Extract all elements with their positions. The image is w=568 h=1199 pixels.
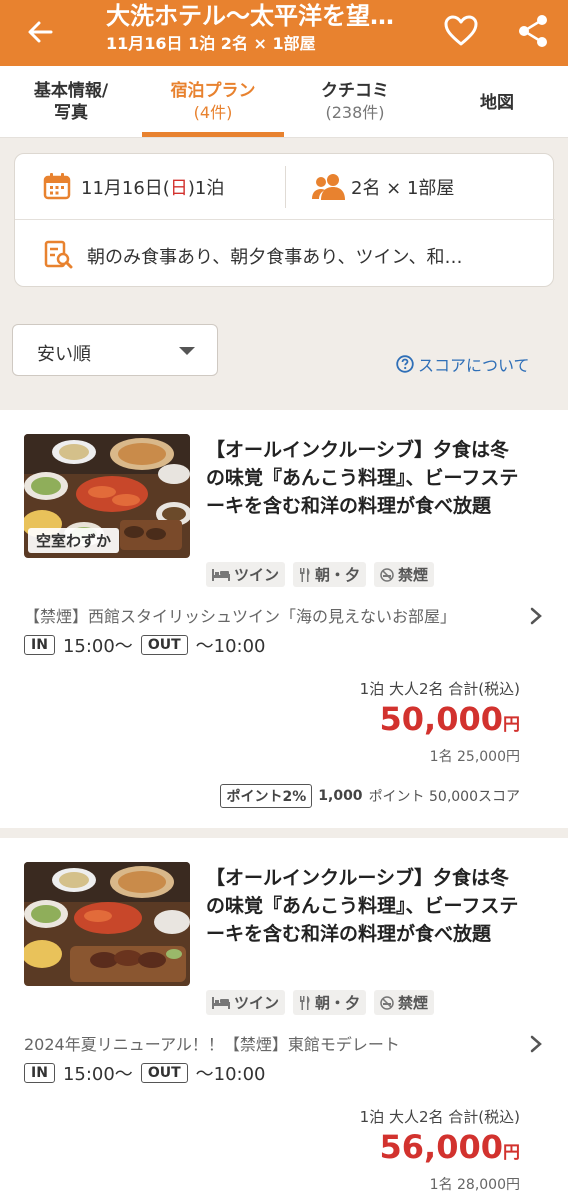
app-header: 大洗ホテル〜太平洋を望… 11月16日 1泊 2名 × 1部屋 (0, 0, 568, 66)
price-currency: 円 (503, 715, 520, 735)
tab-label-line2: 写真 (54, 103, 88, 123)
tab-plans[interactable]: 宿泊プラン (4件) (142, 66, 284, 138)
tag-label: 禁煙 (398, 994, 429, 1012)
score-info-label: スコアについて (418, 356, 530, 375)
tab-count: (238件) (325, 103, 385, 122)
smoking-tag: 禁煙 (374, 990, 435, 1015)
bed-icon (212, 996, 230, 1009)
bed-icon (212, 568, 230, 581)
points-value: 1,000 (318, 788, 363, 804)
per-person-price: 1名 28,000円 (429, 1177, 520, 1193)
checkout-time: 〜10:00 (195, 1064, 266, 1085)
points-info: ポイント2% 1,000 ポイント 50,000スコア (220, 784, 520, 808)
checkin-date: 11月16日(日)1泊 (81, 174, 224, 200)
checkin-checkout: IN 15:00〜 OUT 〜10:00 (24, 632, 266, 658)
weekday-text: 日 (169, 178, 188, 199)
people-icon (312, 174, 345, 200)
meal-tag: 朝・夕 (293, 562, 367, 587)
share-button[interactable] (512, 10, 554, 52)
plan-tags: ツイン 朝・夕 禁煙 (206, 990, 435, 1015)
in-label: IN (24, 635, 55, 655)
active-tab-indicator (142, 132, 284, 137)
tab-label: 宿泊プラン (170, 81, 256, 101)
tag-label: 朝・夕 (315, 566, 361, 584)
tab-map[interactable]: 地図 (426, 66, 568, 138)
tag-label: 朝・夕 (315, 994, 361, 1012)
tab-basic-info[interactable]: 基本情報/ 写真 (0, 66, 142, 138)
plan-title: 【オールインクルーシブ】夕食は冬の味覚『あんこう料理』、ビーフステーキを含む和洋… (206, 439, 519, 517)
tag-label: 禁煙 (398, 566, 429, 584)
tab-label: クチコミ (321, 81, 389, 101)
room-type-tag: ツイン (206, 562, 286, 587)
favorite-button[interactable] (440, 10, 482, 52)
tab-reviews[interactable]: クチコミ (238件) (284, 66, 426, 138)
total-price: 50,000円 (380, 700, 520, 738)
sort-dropdown[interactable]: 安い順 (12, 324, 218, 376)
per-person-price: 1名 25,000円 (429, 749, 520, 765)
in-label: IN (24, 1063, 55, 1083)
price-caption: 1泊 大人2名 合計(税込) (359, 1108, 520, 1126)
availability-badge: 空室わずか (28, 528, 120, 553)
out-label: OUT (140, 1063, 188, 1083)
cutlery-icon (300, 995, 310, 1010)
checkin-time: 15:00〜 (62, 636, 133, 657)
plan-photo (24, 862, 190, 986)
price-value: 56,000 (379, 1128, 503, 1166)
plan-tags: ツイン 朝・夕 禁煙 (206, 562, 435, 587)
share-icon (519, 15, 547, 47)
checkin-checkout: IN 15:00〜 OUT 〜10:00 (24, 1060, 266, 1086)
plan-card[interactable]: 空室わずか 【オールインクルーシブ】夕食は冬の味覚『あんこう料理』、ビーフステー… (0, 410, 568, 828)
tag-label: ツイン (234, 566, 280, 584)
page-subtitle: 11月16日 1泊 2名 × 1部屋 (106, 34, 316, 53)
plan-card[interactable]: 【オールインクルーシブ】夕食は冬の味覚『あんこう料理』、ビーフステーキを含む和洋… (0, 838, 568, 1199)
tab-count: (4件) (193, 103, 233, 122)
checkin-time: 15:00〜 (62, 1064, 133, 1085)
nights-text: )1泊 (187, 178, 225, 199)
chevron-right-icon[interactable] (530, 606, 542, 631)
price-caption: 1泊 大人2名 合計(税込) (359, 680, 520, 698)
cutlery-icon (300, 567, 310, 582)
plan-title: 【オールインクルーシブ】夕食は冬の味覚『あんこう料理』、ビーフステーキを含む和洋… (206, 867, 519, 945)
conditions-text: 朝のみ食事あり、朝夕食事あり、ツイン、和… (87, 247, 463, 268)
divider (285, 166, 286, 208)
search-conditions-icon (44, 240, 73, 269)
guest-count: 2名 × 1部屋 (351, 178, 455, 199)
heart-icon (444, 15, 478, 46)
smoking-tag: 禁煙 (374, 562, 435, 587)
date-text: 11月16日( (81, 178, 170, 199)
no-smoking-icon (380, 567, 394, 582)
no-smoking-icon (380, 995, 394, 1010)
out-label: OUT (140, 635, 188, 655)
calendar-icon (43, 173, 71, 200)
arrow-left-icon (28, 21, 53, 43)
help-circle-icon (396, 355, 414, 373)
room-name: 【禁煙】西館スタイリッシュツイン「海の見えないお部屋」 (24, 607, 457, 626)
chevron-down-icon (179, 347, 195, 355)
page-title: 大洗ホテル〜太平洋を望… (106, 2, 394, 30)
tab-label: 地図 (480, 93, 514, 113)
date-guest-row: 11月16日(日)1泊 2名 × 1部屋 (15, 154, 555, 220)
sort-label: 安い順 (37, 344, 91, 365)
price-currency: 円 (503, 1143, 520, 1163)
room-type-tag: ツイン (206, 990, 286, 1015)
checkout-time: 〜10:00 (195, 636, 266, 657)
room-name: 2024年夏リニューアル！！【禁煙】東館モデレート (24, 1035, 400, 1054)
tab-label: 基本情報/ (33, 81, 109, 101)
points-suffix: ポイント 50,000スコア (368, 789, 520, 805)
chevron-right-icon[interactable] (530, 1034, 542, 1059)
meal-tag: 朝・夕 (293, 990, 367, 1015)
score-info-link[interactable]: スコアについて (396, 352, 530, 376)
tab-bar: 基本情報/ 写真 宿泊プラン (4件) クチコミ (238件) 地図 (0, 66, 568, 138)
total-price: 56,000円 (380, 1128, 520, 1166)
points-badge: ポイント2% (220, 784, 313, 808)
back-button[interactable] (20, 12, 60, 52)
price-value: 50,000 (379, 700, 503, 738)
search-conditions-card: 11月16日(日)1泊 2名 × 1部屋 朝のみ食事あり、朝夕食事あり、ツイン、… (14, 153, 555, 287)
tag-label: ツイン (234, 994, 280, 1012)
